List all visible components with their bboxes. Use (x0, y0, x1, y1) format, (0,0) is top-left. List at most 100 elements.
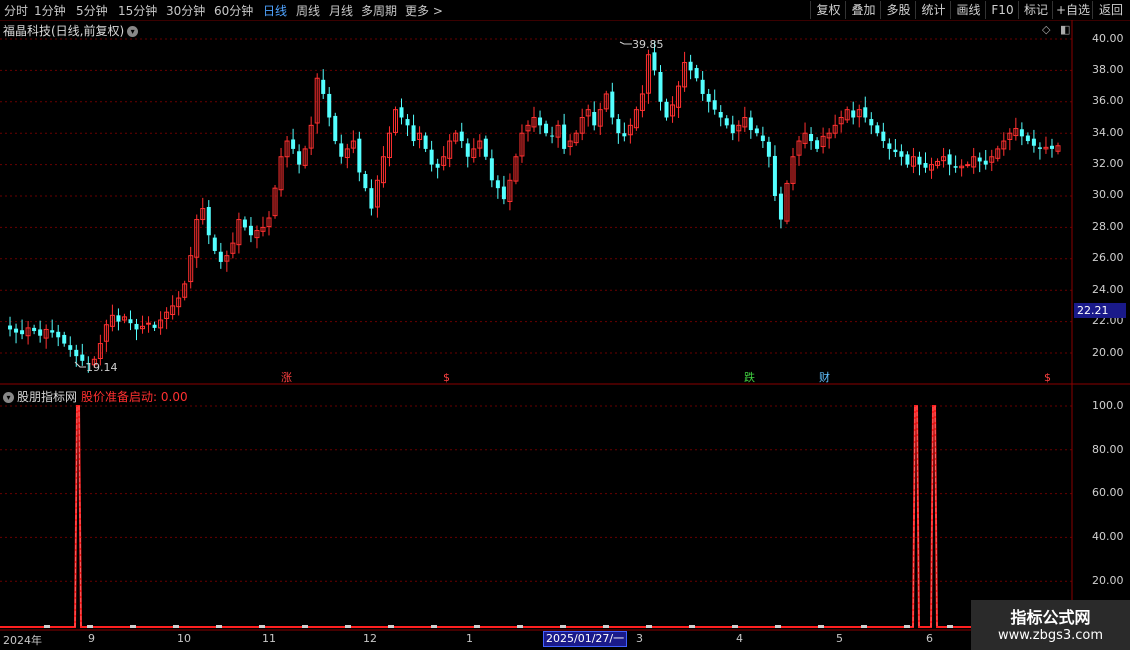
indicator-grid (0, 405, 1072, 582)
candle-body (146, 322, 152, 325)
candle-body (429, 149, 434, 165)
baseline-tick (44, 625, 50, 628)
candle-body (851, 110, 856, 118)
indicator-name: 股朋指标网 (17, 390, 78, 404)
candle-body (1049, 145, 1054, 149)
y-tick: 38.00 (1092, 63, 1124, 76)
candle-body (809, 133, 814, 142)
y-tick: 20.00 (1092, 346, 1124, 359)
indicator-line-name: 股价准备启动: (81, 390, 158, 404)
chevron-down-icon[interactable]: ▾ (3, 392, 14, 403)
candle-body (748, 117, 753, 131)
candle-body (459, 131, 464, 142)
candle-body (899, 151, 904, 157)
candle-body (411, 125, 416, 142)
candle-body (724, 118, 729, 126)
candle-body (1031, 138, 1036, 146)
cursor-date-label: 2025/01/27/一 (543, 631, 628, 647)
candle-body (887, 143, 892, 149)
baseline-tick (689, 625, 695, 628)
candle-body (423, 135, 428, 149)
baseline-tick (87, 625, 93, 628)
candle-body (116, 315, 121, 322)
x-tick: 10 (177, 632, 191, 645)
diamond-icon[interactable]: ◇ (1042, 23, 1050, 36)
candle-body (760, 135, 765, 142)
baseline-tick (474, 625, 480, 628)
candle-body (977, 157, 982, 162)
panel-toggle-icon[interactable]: ◧ (1060, 23, 1070, 36)
baseline-tick (732, 625, 738, 628)
candle-body (712, 100, 717, 110)
baseline-tick (818, 625, 824, 628)
candle-body (730, 124, 735, 134)
baseline-tick (431, 625, 437, 628)
x-tick: 6 (926, 632, 933, 645)
indicator-title[interactable]: ▾ 股朋指标网 股价准备启动: 0.00 (3, 388, 188, 405)
y-tick: 100.0 (1092, 399, 1124, 412)
candle-body (610, 91, 615, 118)
y-tick: 40.00 (1092, 530, 1124, 543)
indicator-value: 0.00 (160, 390, 188, 404)
signal-line-group (0, 405, 1072, 628)
candle-body (68, 345, 73, 350)
candle-body (218, 251, 223, 262)
candle-body (206, 206, 211, 236)
candle-body (766, 141, 771, 157)
watermark-url: www.zbgs3.com (997, 628, 1104, 643)
candle-body (8, 325, 13, 330)
candle-body (1019, 129, 1024, 137)
baseline-tick (603, 625, 609, 628)
candle-body (80, 354, 85, 361)
candle-body (32, 327, 37, 332)
event-marker-rise[interactable]: 涨 (280, 371, 293, 384)
candle-body (435, 163, 440, 168)
candle-body (706, 93, 711, 102)
y-tick: 24.00 (1092, 283, 1124, 296)
stock-title[interactable]: 福晶科技(日线,前复权) ▾ (3, 22, 139, 39)
candle-body (399, 107, 404, 118)
main-grid (0, 38, 1072, 354)
candlestick-chart[interactable] (0, 0, 1130, 650)
candle-body (495, 180, 500, 189)
candle-body (538, 117, 543, 126)
baseline-tick (302, 625, 308, 628)
candle-body (905, 154, 910, 165)
candle-body (483, 138, 488, 157)
baseline-tick (173, 625, 179, 628)
candle-body (592, 112, 597, 126)
candle-body (405, 119, 410, 126)
candle-body (863, 107, 868, 118)
x-tick: 2024年 (3, 634, 42, 647)
candle-body (700, 79, 705, 94)
event-marker-fall[interactable]: 跌 (743, 371, 756, 384)
candle-body (291, 139, 296, 149)
candle-body (212, 237, 217, 251)
event-marker-dollar[interactable]: $ (1043, 371, 1052, 384)
candle-body (875, 125, 880, 134)
x-tick: 12 (363, 632, 377, 645)
event-marker-dollar[interactable]: $ (442, 371, 451, 384)
candle-body (248, 225, 253, 236)
event-marker-finance[interactable]: 财 (818, 371, 831, 384)
baseline-tick (775, 625, 781, 628)
candle-body (664, 101, 669, 118)
candle-body (489, 158, 494, 181)
candle-body (953, 166, 958, 168)
candle-body (923, 163, 928, 168)
y-tick: 32.00 (1092, 157, 1124, 170)
candle-body (134, 323, 139, 330)
candle-body (14, 328, 19, 333)
candle-body (1025, 135, 1030, 142)
chevron-down-icon[interactable]: ▾ (127, 26, 139, 37)
candle-body (501, 186, 506, 200)
candle-body (688, 61, 693, 71)
candle-body (718, 112, 723, 118)
y-tick: 40.00 (1092, 32, 1124, 45)
x-tick: 3 (636, 632, 643, 645)
baseline-tick (861, 625, 867, 628)
baseline-tick (947, 625, 953, 628)
candle-body (947, 154, 952, 165)
candle-body (778, 193, 783, 220)
candle-body (562, 124, 567, 149)
